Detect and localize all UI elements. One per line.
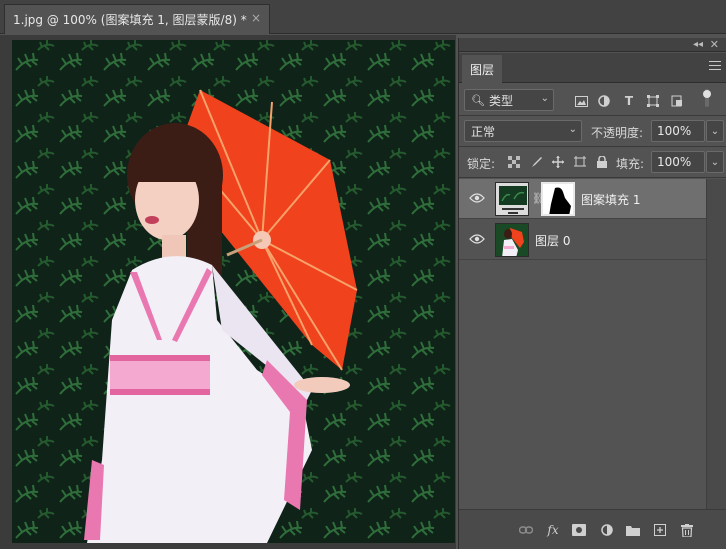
lock-all-icon[interactable] (594, 154, 610, 170)
tab-layers[interactable]: 图层 (462, 55, 502, 83)
document-tab[interactable]: 1.jpg @ 100% (图案填充 1, 图层蒙版/8) * × (4, 4, 270, 34)
visibility-eye-icon[interactable] (469, 192, 485, 204)
document-tab-bar: 1.jpg @ 100% (图案填充 1, 图层蒙版/8) * × (0, 0, 726, 34)
lock-artboard-icon[interactable] (572, 154, 588, 170)
blend-row: 正常 ⌄ 不透明度: 100% ⌄ (459, 117, 726, 145)
lock-position-icon[interactable] (550, 154, 566, 170)
opacity-value: 100% (657, 124, 692, 138)
chevron-down-icon[interactable]: ⌄ (706, 151, 724, 173)
canvas-area[interactable] (0, 35, 456, 549)
chevron-down-icon: ⌄ (540, 93, 549, 104)
link-layers-icon[interactable] (518, 522, 534, 538)
add-mask-icon[interactable] (571, 522, 587, 538)
close-panel-icon[interactable]: ✕ (710, 38, 719, 51)
lock-label: 锁定: (467, 157, 496, 171)
filter-kind-select[interactable]: 🔍︎ 类型 ⌄ (464, 89, 554, 111)
panel-tab-row: 图层 (459, 53, 726, 83)
lock-image-pixels-icon[interactable] (528, 154, 544, 170)
visibility-eye-icon[interactable] (469, 233, 485, 245)
divider (459, 177, 726, 178)
fx-icon[interactable]: fx (545, 522, 561, 538)
document-tab-title: 1.jpg @ 100% (图案填充 1, 图层蒙版/8) * (13, 13, 247, 27)
chevron-down-icon[interactable]: ⌄ (706, 120, 724, 142)
image-filter-icon[interactable] (573, 93, 589, 109)
new-layer-icon[interactable] (652, 522, 668, 538)
layers-list: ⛓︎ 图案填充 1 图层 0 (459, 179, 726, 509)
collapse-panel-icon[interactable]: ◂◂ (693, 39, 703, 50)
group-folder-icon[interactable] (625, 522, 641, 538)
layers-scrollbar[interactable] (706, 179, 726, 509)
opacity-field[interactable]: 100% ⌄ (651, 120, 724, 142)
adjustment-filter-icon[interactable] (596, 93, 612, 109)
delete-icon[interactable] (679, 522, 695, 538)
fill-label: 填充: (616, 157, 645, 171)
filter-kind-value: 类型 (488, 93, 513, 108)
layer-0-thumbnail (495, 223, 529, 257)
layers-bottom-toolbar: fx (459, 509, 726, 549)
opacity-label: 不透明度: (591, 126, 644, 140)
photo-woman-with-umbrella (12, 40, 455, 543)
blend-mode-select[interactable]: 正常 ⌄ (464, 120, 582, 142)
layer-name: 图案填充 1 (581, 193, 641, 207)
layer-name: 图层 0 (535, 234, 571, 248)
layer-mask-thumbnail[interactable] (541, 182, 575, 216)
close-icon[interactable]: × (251, 11, 261, 25)
lock-row: 锁定: 填充: 100% ⌄ (459, 148, 726, 176)
adjustment-layer-icon[interactable] (599, 522, 615, 538)
layer-row-layer-0[interactable]: 图层 0 (459, 220, 707, 260)
pattern-fill-thumbnail (495, 182, 529, 216)
chevron-down-icon: ⌄ (568, 124, 577, 135)
shape-filter-icon[interactable] (645, 93, 661, 109)
smart-object-filter-icon[interactable] (669, 93, 685, 109)
search-icon: 🔍︎ (471, 93, 485, 107)
layer-row-pattern-fill[interactable]: ⛓︎ 图案填充 1 (459, 179, 707, 219)
filter-row: 🔍︎ 类型 ⌄ T (459, 86, 726, 114)
canvas-image[interactable] (12, 40, 455, 543)
fill-field[interactable]: 100% ⌄ (651, 151, 724, 173)
photoshop-window: 1.jpg @ 100% (图案填充 1, 图层蒙版/8) * × ◂◂ ✕ 图… (0, 0, 726, 549)
type-filter-icon[interactable]: T (621, 93, 637, 109)
lock-transparent-pixels-icon[interactable] (506, 154, 522, 170)
divider (459, 115, 726, 116)
filter-toggle-icon[interactable] (699, 89, 715, 107)
panel-header-strip: ◂◂ ✕ (459, 38, 726, 52)
panel-menu-icon[interactable] (709, 61, 721, 73)
layers-panel: ◂◂ ✕ 图层 🔍︎ 类型 ⌄ T 正常 ⌄ 不透明度: 100% ⌄ 锁定: … (458, 38, 726, 549)
fill-value: 100% (657, 155, 692, 169)
blend-mode-value: 正常 (471, 124, 496, 139)
divider (459, 146, 726, 147)
